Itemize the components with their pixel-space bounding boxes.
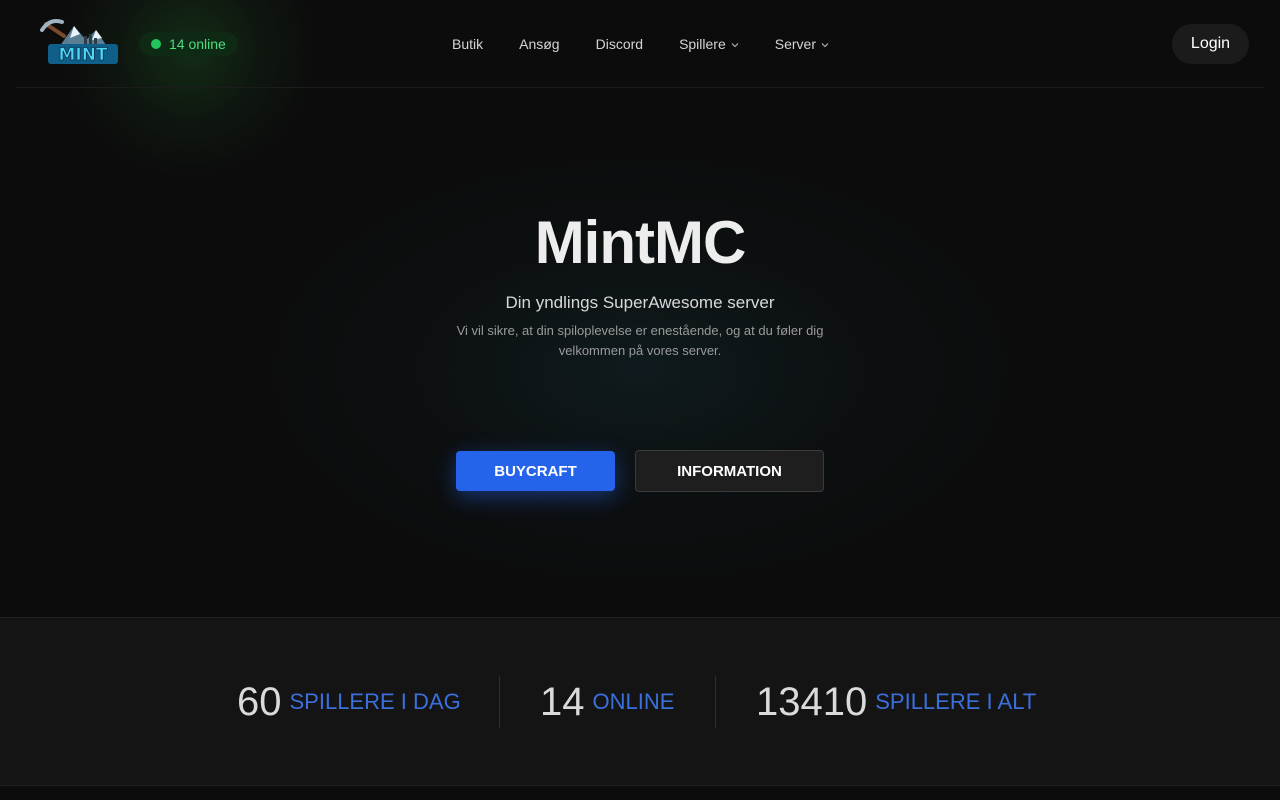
stat-players-today: 60 Spillere i dag	[237, 676, 461, 728]
hero-description: Vi vil sikre, at din spiloplevelse er en…	[456, 323, 824, 358]
nav-item-discord[interactable]: Discord	[596, 36, 643, 52]
stat-value: 13410	[756, 679, 868, 724]
nav-item-label: Discord	[595, 36, 644, 52]
online-count-text: 14 online	[169, 36, 226, 52]
stat-value: 14	[540, 679, 585, 724]
nav-item-server[interactable]: Server	[775, 36, 829, 52]
stat-players-total: 13410 Spillere i alt	[756, 676, 1036, 728]
nav-item-label: Server	[774, 36, 816, 52]
online-dot-icon	[151, 39, 161, 49]
buycraft-button[interactable]: BUYCRAFT	[456, 451, 615, 491]
stats-bar: 60 Spillere i dag 14 Online 13410 Spille…	[0, 617, 1280, 786]
login-button[interactable]: Login	[1172, 24, 1249, 64]
stat-divider	[499, 676, 500, 728]
stat-label: Spillere i dag	[289, 689, 461, 714]
nav-item-label: Spillere	[679, 36, 726, 52]
hero-title: MintMC	[534, 209, 747, 276]
hero-subtitle: Din yndlings SuperAwesome server	[505, 293, 775, 312]
chevron-down-icon	[731, 42, 739, 47]
mint-logo[interactable]: MINT	[40, 16, 122, 70]
stat-divider	[715, 676, 716, 728]
site-header: MINT 14 online Butik Ansøg Discord Spill…	[16, 0, 1264, 88]
nav-item-label: Butik	[452, 36, 484, 52]
chevron-down-icon	[821, 42, 829, 47]
stat-online: 14 Online	[540, 676, 674, 728]
nav-item-ansog[interactable]: Ansøg	[519, 36, 559, 52]
online-status-badge: 14 online	[139, 32, 238, 56]
svg-text:MINT: MINT	[58, 45, 107, 65]
nav-item-butik[interactable]: Butik	[452, 36, 483, 52]
information-button[interactable]: INFORMATION	[635, 450, 824, 492]
main-nav: Butik Ansøg Discord Spillere Server	[452, 33, 829, 55]
stat-label: Online	[592, 689, 675, 714]
nav-item-label: Ansøg	[519, 36, 560, 52]
nav-item-spillere[interactable]: Spillere	[679, 36, 739, 52]
page: MINT 14 online Butik Ansøg Discord Spill…	[0, 0, 1280, 800]
stat-value: 60	[237, 679, 282, 724]
stat-label: Spillere i alt	[875, 689, 1037, 714]
